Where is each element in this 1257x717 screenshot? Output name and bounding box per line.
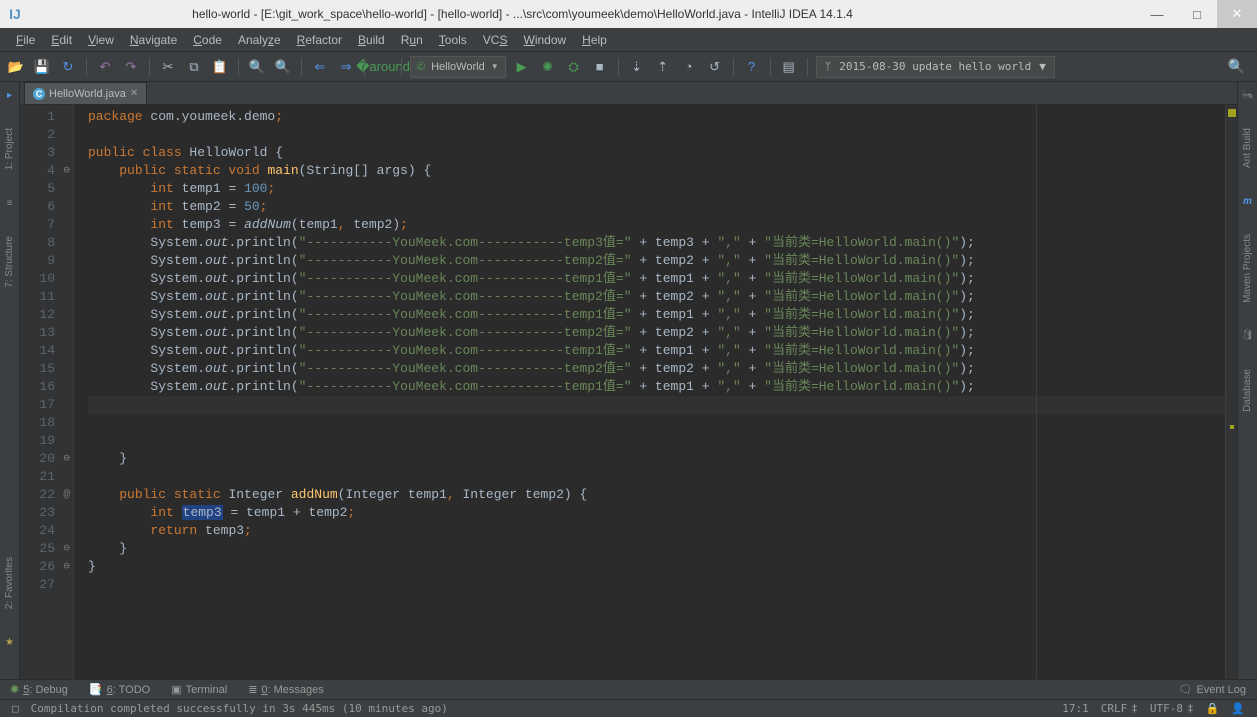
- cut-icon[interactable]: ✂: [158, 57, 178, 77]
- vcs-revert-icon[interactable]: ↺: [705, 57, 725, 77]
- toolwindow-favorites[interactable]: 2: Favorites: [4, 555, 15, 611]
- redo-icon[interactable]: ↷: [121, 57, 141, 77]
- intellij-logo-icon: IJ: [6, 5, 24, 23]
- coverage-icon[interactable]: ⛭: [564, 57, 584, 77]
- readonly-lock-icon[interactable]: 🔒: [1200, 702, 1226, 715]
- run-config-label: HelloWorld: [431, 61, 485, 73]
- favorites-icon: ★: [3, 635, 17, 649]
- project-icon: ▸: [3, 88, 17, 102]
- git-branch-dropdown[interactable]: ᛘ 2015-08-30 update hello world ▼: [816, 56, 1055, 78]
- toolwindow-debug[interactable]: ✺ 5: Debug: [0, 680, 79, 699]
- hector-icon[interactable]: 👤: [1225, 702, 1251, 715]
- structure-icon: ≡: [3, 196, 17, 210]
- menu-navigate[interactable]: Navigate: [124, 30, 183, 50]
- database-icon: 🛢: [1241, 329, 1255, 343]
- toolwindow-terminal[interactable]: ▣ Terminal: [161, 680, 238, 699]
- right-tool-rail: 🐜 Ant Build m Maven Projects 🛢 Database: [1237, 82, 1257, 679]
- search-everywhere-icon[interactable]: 🔍: [1228, 58, 1245, 75]
- find-icon[interactable]: 🔍: [247, 57, 267, 77]
- run-config-dropdown[interactable]: © HelloWorld ▼: [410, 56, 506, 78]
- sync-icon[interactable]: ↻: [58, 57, 78, 77]
- maven-icon: m: [1241, 194, 1255, 208]
- toolwindow-project[interactable]: 1: Project: [4, 126, 15, 172]
- right-margin-line: [1036, 105, 1037, 679]
- toolwindow-maven[interactable]: Maven Projects: [1242, 232, 1253, 305]
- menu-vcs[interactable]: VCS: [477, 30, 514, 50]
- messages-icon: ≣: [248, 683, 257, 696]
- status-bar: □ Compilation completed successfully in …: [0, 699, 1257, 717]
- dropdown-icon: ▼: [491, 62, 499, 71]
- status-message: Compilation completed successfully in 3s…: [25, 702, 454, 715]
- menu-help[interactable]: Help: [576, 30, 613, 50]
- toolwindow-messages[interactable]: ≣ 0: Messages: [238, 680, 335, 699]
- ant-icon: 🐜: [1241, 88, 1255, 102]
- code-editor[interactable]: package com.youmeek.demo; public class H…: [74, 105, 1225, 679]
- window-title: hello-world - [E:\git_work_space\hello-w…: [28, 7, 1137, 21]
- main-toolbar: 📂 💾 ↻ ↶ ↷ ✂ ⧉ 📋 🔍 🔍 ⇐ ⇒ �around © HelloW…: [0, 52, 1257, 82]
- git-branch-label: 2015-08-30 update hello world: [839, 60, 1031, 73]
- terminal-icon: ▣: [171, 683, 181, 696]
- menu-window[interactable]: Window: [517, 30, 572, 50]
- file-encoding[interactable]: UTF-8‡: [1144, 702, 1200, 715]
- menu-analyze[interactable]: Analyze: [232, 30, 287, 50]
- make-icon[interactable]: �around: [373, 57, 393, 77]
- run-icon[interactable]: ▶: [512, 57, 532, 77]
- dropdown-icon: ▼: [1039, 60, 1046, 73]
- editor-gutter[interactable]: 123 4⊖ 567 8910 111213 141516 171819 20⊖…: [20, 105, 74, 679]
- window-titlebar: IJ hello-world - [E:\git_work_space\hell…: [0, 0, 1257, 28]
- warning-marker-icon[interactable]: [1230, 425, 1234, 429]
- project-structure-icon[interactable]: ▤: [779, 57, 799, 77]
- maximize-button[interactable]: □: [1177, 0, 1217, 28]
- menu-run[interactable]: Run: [395, 30, 429, 50]
- paste-icon[interactable]: 📋: [210, 57, 230, 77]
- save-icon[interactable]: 💾: [32, 57, 52, 77]
- close-window-button[interactable]: ✕: [1217, 0, 1257, 28]
- overview-indicator-icon: [1228, 109, 1236, 117]
- open-icon[interactable]: 📂: [6, 57, 26, 77]
- eventlog-icon: 🗨: [1178, 683, 1192, 696]
- menu-code[interactable]: Code: [187, 30, 228, 50]
- forward-icon[interactable]: ⇒: [336, 57, 356, 77]
- class-icon: C: [33, 88, 45, 100]
- vcs-update-icon[interactable]: ⇣: [627, 57, 647, 77]
- undo-icon[interactable]: ↶: [95, 57, 115, 77]
- caret-position[interactable]: 17:1: [1056, 702, 1095, 715]
- editor-tabbar: C HelloWorld.java ✕: [20, 82, 1237, 105]
- menu-file[interactable]: File: [10, 30, 41, 50]
- editor-tab-active[interactable]: C HelloWorld.java ✕: [24, 82, 147, 104]
- menu-tools[interactable]: Tools: [433, 30, 473, 50]
- toolwindow-event-log[interactable]: 🗨 Event Log: [1168, 680, 1257, 699]
- class-icon: ©: [417, 61, 425, 73]
- minimize-button[interactable]: —: [1137, 0, 1177, 28]
- toolwindow-ant[interactable]: Ant Build: [1242, 126, 1253, 170]
- toolwindow-database[interactable]: Database: [1242, 367, 1253, 414]
- todo-icon: 📑: [89, 683, 103, 696]
- toolwindow-todo[interactable]: 📑 6: TODO: [79, 680, 161, 699]
- close-tab-icon[interactable]: ✕: [130, 88, 138, 99]
- menu-refactor[interactable]: Refactor: [291, 30, 348, 50]
- vcs-commit-icon[interactable]: ⇡: [653, 57, 673, 77]
- stop-icon[interactable]: ■: [590, 57, 610, 77]
- debug-icon[interactable]: ✺: [538, 57, 558, 77]
- bottom-toolbar: ✺ 5: Debug 📑 6: TODO ▣ Terminal ≣ 0: Mes…: [0, 679, 1257, 699]
- help-icon[interactable]: ?: [742, 57, 762, 77]
- tab-file-label: HelloWorld.java: [49, 88, 126, 100]
- menu-view[interactable]: View: [82, 30, 120, 50]
- branch-icon: ᛘ: [825, 60, 832, 73]
- main-menubar: File Edit View Navigate Code Analyze Ref…: [0, 28, 1257, 52]
- left-tool-rail: ▸ 1: Project ≡ 7: Structure 2: Favorites…: [0, 82, 20, 679]
- menu-build[interactable]: Build: [352, 30, 391, 50]
- copy-icon[interactable]: ⧉: [184, 57, 204, 77]
- toggle-toolwindows-icon[interactable]: □: [6, 702, 25, 715]
- back-icon[interactable]: ⇐: [310, 57, 330, 77]
- line-separator[interactable]: CRLF‡: [1095, 702, 1144, 715]
- replace-icon[interactable]: 🔍: [273, 57, 293, 77]
- vcs-history-icon[interactable]: ◔: [679, 57, 699, 77]
- error-stripe[interactable]: [1225, 105, 1237, 679]
- toolwindow-structure[interactable]: 7: Structure: [4, 234, 15, 290]
- menu-edit[interactable]: Edit: [45, 30, 78, 50]
- bug-icon: ✺: [10, 683, 19, 696]
